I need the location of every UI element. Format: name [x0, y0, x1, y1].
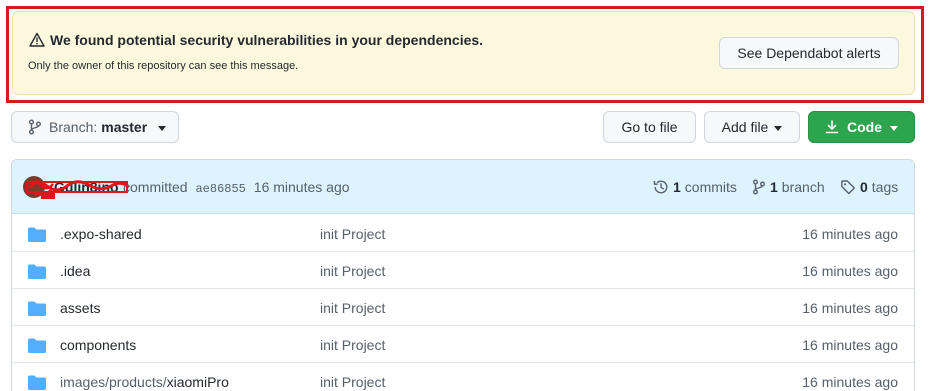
file-list: .expo-shared init Project 16 minutes ago…	[12, 215, 914, 391]
commit-message-link[interactable]: init Project	[320, 374, 385, 390]
folder-icon	[28, 301, 46, 316]
tags-count: 0	[860, 179, 868, 195]
commit-message-link[interactable]: init Project	[320, 263, 385, 279]
branch-label: Branch:	[49, 119, 98, 135]
file-age: 16 minutes ago	[802, 337, 898, 353]
folder-icon	[28, 338, 46, 353]
code-label: Code	[847, 119, 882, 135]
table-row: images/products/xiaomiPro init Project 1…	[12, 363, 914, 391]
file-path-prefix: images/products/	[60, 374, 167, 390]
table-row: assets init Project 16 minutes ago	[12, 289, 914, 326]
file-browser: Gulin8ino committed ae86855 16 minutes a…	[11, 159, 915, 391]
table-row: components init Project 16 minutes ago	[12, 326, 914, 363]
commit-action: committed	[123, 179, 188, 195]
file-age: 16 minutes ago	[802, 226, 898, 242]
tags-label: tags	[871, 179, 899, 195]
file-name-link[interactable]: .idea	[60, 263, 90, 279]
code-button[interactable]: Code	[808, 111, 915, 143]
file-name-link[interactable]: components	[60, 337, 136, 353]
download-icon	[825, 120, 839, 134]
branch-select-button[interactable]: Branch: master	[11, 111, 179, 143]
commit-time: 16 minutes ago	[253, 179, 350, 195]
file-name-link[interactable]: .expo-shared	[60, 226, 142, 242]
commit-message-link[interactable]: init Project	[320, 226, 385, 242]
commit-message-link[interactable]: init Project	[320, 300, 385, 316]
commit-message-link[interactable]: init Project	[320, 337, 385, 353]
commits-link[interactable]: 1 commits	[653, 179, 737, 195]
latest-commit-header: Gulin8ino committed ae86855 16 minutes a…	[12, 160, 914, 214]
git-branch-icon	[753, 179, 765, 195]
branches-link[interactable]: 1 branch	[752, 179, 825, 195]
folder-icon	[28, 375, 46, 390]
add-file-label: Add file	[721, 119, 769, 135]
commits-count: 1	[673, 179, 681, 195]
caret-down-icon	[158, 125, 167, 131]
table-row: .idea init Project 16 minutes ago	[12, 252, 914, 289]
folder-icon	[28, 264, 46, 279]
tags-link[interactable]: 0 tags	[840, 179, 898, 195]
file-path-name: xiaomiPro	[166, 374, 229, 390]
history-icon	[653, 180, 668, 194]
commits-label: commits	[684, 179, 737, 195]
file-age: 16 minutes ago	[802, 300, 898, 316]
branch-name: master	[101, 119, 148, 135]
branch-count-label: branch	[781, 179, 825, 195]
file-name-link[interactable]: images/products/xiaomiPro	[60, 374, 229, 390]
highlight-outline	[6, 6, 924, 103]
tag-icon	[841, 180, 855, 195]
redaction-scribble	[26, 179, 130, 199]
file-age: 16 minutes ago	[802, 263, 898, 279]
caret-down-icon	[890, 125, 898, 131]
file-name-link[interactable]: assets	[60, 300, 100, 316]
commit-sha[interactable]: ae86855	[195, 182, 245, 196]
branch-count: 1	[770, 179, 778, 195]
folder-icon	[28, 227, 46, 242]
add-file-button[interactable]: Add file	[704, 111, 800, 143]
table-row: .expo-shared init Project 16 minutes ago	[12, 215, 914, 252]
git-branch-icon	[29, 119, 41, 135]
go-to-file-button[interactable]: Go to file	[603, 111, 696, 143]
file-age: 16 minutes ago	[802, 374, 898, 390]
commit-summary: committed ae86855 16 minutes ago	[123, 179, 350, 196]
caret-down-icon	[774, 125, 783, 131]
